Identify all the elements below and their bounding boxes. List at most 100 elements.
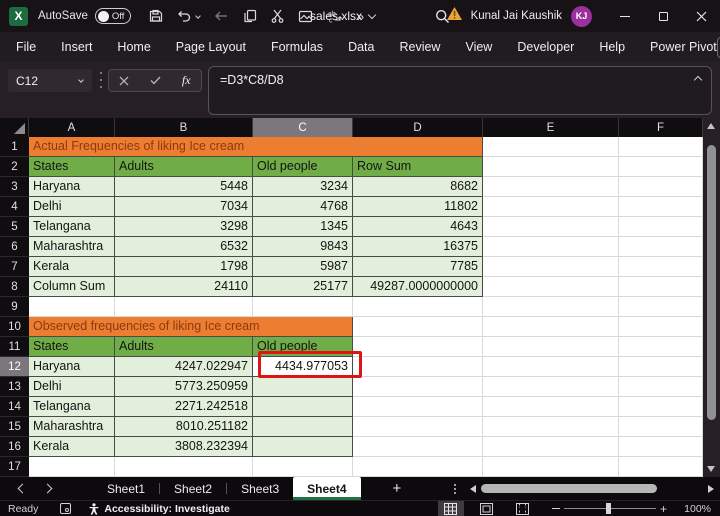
cell-D4[interactable]: 11802	[353, 197, 483, 217]
row-header-7[interactable]: 7	[0, 257, 29, 277]
cell-C2[interactable]: Old people	[253, 157, 353, 177]
cell-E13[interactable]	[483, 377, 619, 397]
cell-F5[interactable]	[619, 217, 703, 237]
cell-E1[interactable]	[483, 137, 619, 157]
cell-B17[interactable]	[115, 457, 253, 477]
cell-A11[interactable]: States	[29, 337, 115, 357]
menu-home[interactable]: Home	[117, 40, 150, 54]
undo-dropdown-chevron[interactable]	[195, 13, 201, 19]
cell-A9[interactable]	[29, 297, 115, 317]
sheet-options-icon[interactable]	[454, 484, 456, 494]
menu-review[interactable]: Review	[399, 40, 440, 54]
column-header-C[interactable]: C	[253, 118, 353, 137]
cell-E2[interactable]	[483, 157, 619, 177]
enter-icon[interactable]	[150, 76, 161, 85]
cell-A13[interactable]: Delhi	[29, 377, 115, 397]
cell-B13[interactable]: 5773.250959	[115, 377, 253, 397]
cell-F15[interactable]	[619, 417, 703, 437]
avatar[interactable]: KJ	[571, 6, 592, 27]
cell-D5[interactable]: 4643	[353, 217, 483, 237]
cell-D17[interactable]	[353, 457, 483, 477]
cell-B8[interactable]: 24110	[115, 277, 253, 297]
minimize-button[interactable]	[606, 0, 644, 32]
column-header-B[interactable]: B	[115, 118, 253, 137]
menu-developer[interactable]: Developer	[517, 40, 574, 54]
cell-E16[interactable]	[483, 437, 619, 457]
cell-A12[interactable]: Haryana	[29, 357, 115, 377]
horizontal-scrollbar[interactable]	[470, 484, 714, 493]
row-header-2[interactable]: 2	[0, 157, 29, 177]
scroll-down-icon[interactable]	[707, 466, 715, 472]
menu-data[interactable]: Data	[348, 40, 374, 54]
vertical-scrollbar[interactable]	[703, 118, 720, 477]
cell-E12[interactable]	[483, 357, 619, 377]
cell-B9[interactable]	[115, 297, 253, 317]
cell-E11[interactable]	[483, 337, 619, 357]
user-name[interactable]: Kunal Jai Kaushik	[471, 10, 562, 22]
save-icon[interactable]	[149, 9, 163, 23]
cell-C6[interactable]: 9843	[253, 237, 353, 257]
back-arrow-icon[interactable]	[214, 10, 229, 22]
sheet-tab-sheet4[interactable]: Sheet4	[293, 477, 360, 500]
column-header-E[interactable]: E	[483, 118, 619, 137]
menu-formulas[interactable]: Formulas	[271, 40, 323, 54]
cell-E3[interactable]	[483, 177, 619, 197]
cell-D12[interactable]	[353, 357, 483, 377]
cell-D3[interactable]: 8682	[353, 177, 483, 197]
cell-A4[interactable]: Delhi	[29, 197, 115, 217]
cell-E9[interactable]	[483, 297, 619, 317]
cell-D2[interactable]: Row Sum	[353, 157, 483, 177]
menu-page-layout[interactable]: Page Layout	[176, 40, 246, 54]
cell-B5[interactable]: 3298	[115, 217, 253, 237]
copy-icon[interactable]	[243, 9, 257, 23]
cell-C13[interactable]	[253, 377, 353, 397]
row-header-8[interactable]: 8	[0, 277, 29, 297]
cell-A3[interactable]: Haryana	[29, 177, 115, 197]
menu-insert[interactable]: Insert	[61, 40, 92, 54]
sheet-nav-left-icon[interactable]	[18, 484, 28, 494]
sheet-tab-sheet3[interactable]: Sheet3	[227, 477, 293, 500]
cell-D16[interactable]	[353, 437, 483, 457]
cell-C4[interactable]: 4768	[253, 197, 353, 217]
zoom-in-icon[interactable]: +	[660, 502, 667, 516]
row-header-10[interactable]: 10	[0, 317, 29, 337]
row-header-16[interactable]: 16	[0, 437, 29, 457]
menu-view[interactable]: View	[465, 40, 492, 54]
cell-C16[interactable]	[253, 437, 353, 457]
cell-A2[interactable]: States	[29, 157, 115, 177]
cancel-icon[interactable]	[119, 76, 129, 86]
cell-F1[interactable]	[619, 137, 703, 157]
cell-C7[interactable]: 5987	[253, 257, 353, 277]
cell-B6[interactable]: 6532	[115, 237, 253, 257]
cell-B7[interactable]: 1798	[115, 257, 253, 277]
cell-F12[interactable]	[619, 357, 703, 377]
cell-B14[interactable]: 2271.242518	[115, 397, 253, 417]
cell-C17[interactable]	[253, 457, 353, 477]
cell-E5[interactable]	[483, 217, 619, 237]
autosave-toggle[interactable]: Off	[95, 8, 131, 24]
column-header-D[interactable]: D	[353, 118, 483, 137]
cell-B12[interactable]: 4247.022947	[115, 357, 253, 377]
cell-F13[interactable]	[619, 377, 703, 397]
row-header-4[interactable]: 4	[0, 197, 29, 217]
cell-F7[interactable]	[619, 257, 703, 277]
cell-D11[interactable]	[353, 337, 483, 357]
cell-A1[interactable]: Actual Frequencies of liking Ice cream	[29, 137, 483, 157]
accessibility-status[interactable]: Accessibility: Investigate	[89, 503, 229, 515]
column-header-A[interactable]: A	[29, 118, 115, 137]
row-header-15[interactable]: 15	[0, 417, 29, 437]
cell-F4[interactable]	[619, 197, 703, 217]
cell-D14[interactable]	[353, 397, 483, 417]
menu-help[interactable]: Help	[599, 40, 625, 54]
cell-B4[interactable]: 7034	[115, 197, 253, 217]
cell-F17[interactable]	[619, 457, 703, 477]
warning-icon[interactable]	[446, 6, 463, 26]
cell-A16[interactable]: Kerala	[29, 437, 115, 457]
cell-F14[interactable]	[619, 397, 703, 417]
cell-A10[interactable]: Observed frequencies of liking Ice cream	[29, 317, 353, 337]
new-sheet-button[interactable]: +	[393, 480, 402, 497]
page-layout-view-button[interactable]	[474, 501, 500, 516]
cell-A7[interactable]: Kerala	[29, 257, 115, 277]
cell-C8[interactable]: 25177	[253, 277, 353, 297]
name-box[interactable]: C12	[8, 69, 92, 92]
